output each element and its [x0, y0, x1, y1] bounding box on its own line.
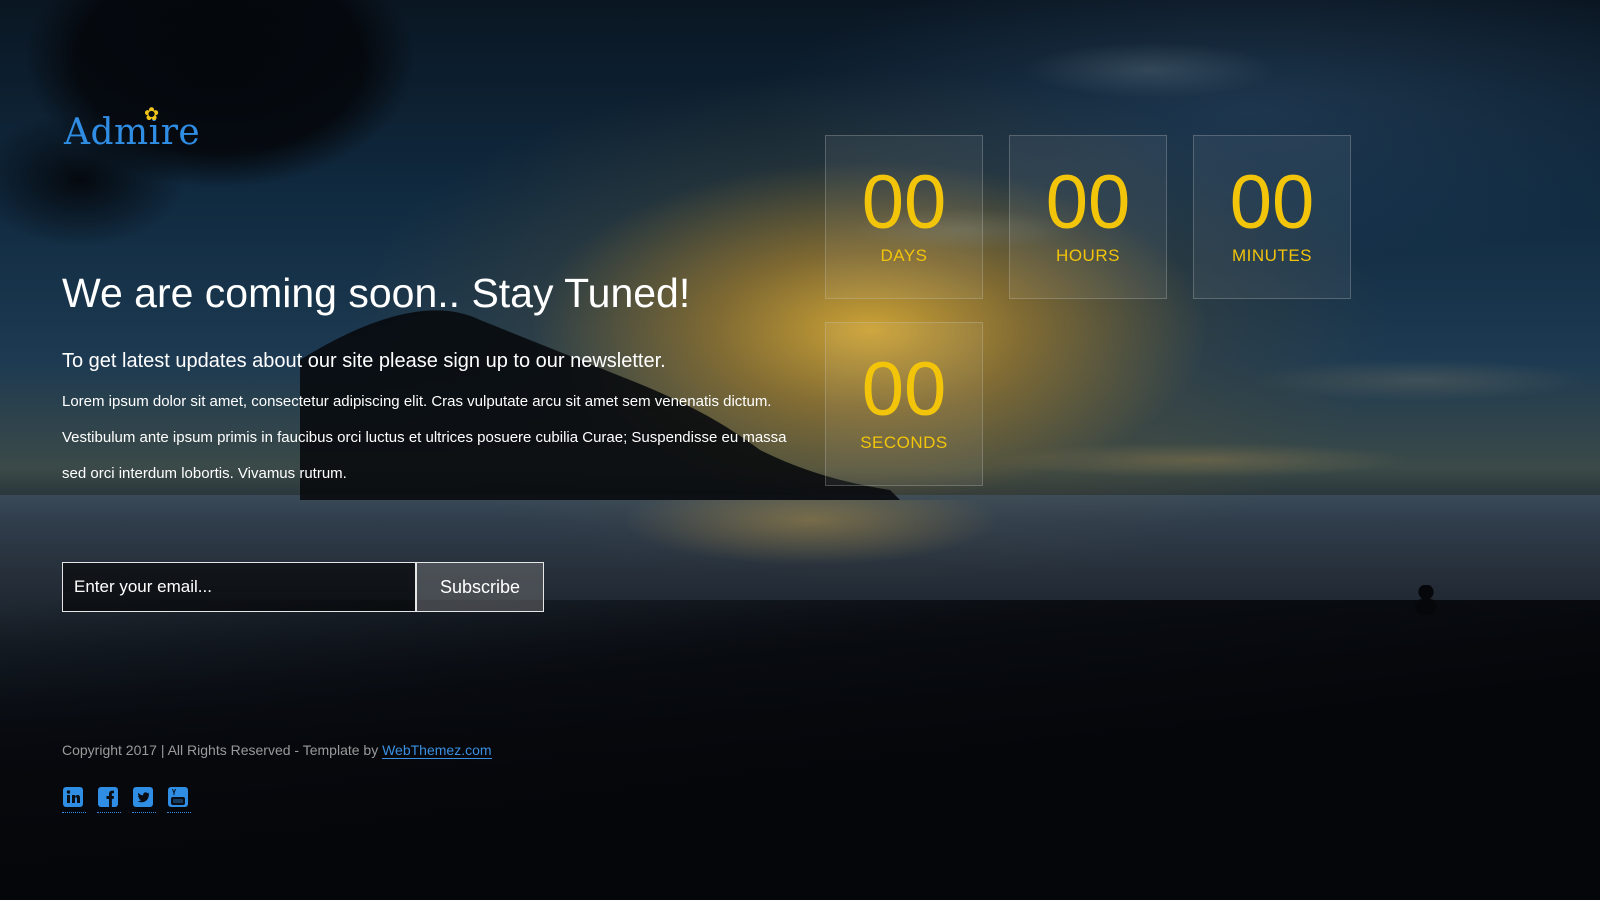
webthemez-link[interactable]: WebThemez.com	[382, 742, 492, 759]
linkedin-link[interactable]	[62, 786, 86, 813]
countdown-hours: 00 HOURS	[1009, 135, 1167, 299]
seconds-label: SECONDS	[860, 433, 948, 452]
countdown-seconds: 00 SECONDS	[825, 322, 983, 486]
twitter-icon	[133, 787, 153, 807]
facebook-link[interactable]	[97, 786, 121, 813]
facebook-icon	[98, 787, 118, 807]
email-input[interactable]	[62, 562, 416, 612]
newsletter-subtitle: To get latest updates about our site ple…	[62, 350, 666, 372]
flower-icon: ✿	[144, 104, 160, 125]
minutes-value: 00	[1229, 160, 1315, 245]
logo-text: Admire	[64, 112, 201, 153]
hours-value: 00	[1045, 160, 1131, 245]
intro-paragraph: Lorem ipsum dolor sit amet, consectetur …	[62, 393, 787, 482]
countdown-minutes: 00 MINUTES	[1193, 135, 1351, 299]
seconds-value: 00	[861, 347, 947, 432]
countdown-days: 00 DAYS	[825, 135, 983, 299]
youtube-link[interactable]	[167, 786, 191, 813]
social-links	[62, 786, 191, 813]
logo[interactable]: Admire ✿	[64, 104, 201, 153]
youtube-icon	[168, 787, 188, 807]
swimmer-silhouette	[1415, 585, 1437, 615]
copyright-text: Copyright 2017 | All Rights Reserved - T…	[62, 742, 383, 758]
newsletter-form: Subscribe	[62, 562, 544, 612]
days-value: 00	[861, 160, 947, 245]
twitter-link[interactable]	[132, 786, 156, 813]
hours-label: HOURS	[1056, 246, 1120, 265]
linkedin-icon	[63, 787, 83, 807]
page-title: We are coming soon.. Stay Tuned!	[62, 270, 691, 316]
subscribe-button[interactable]: Subscribe	[416, 562, 544, 612]
copyright: Copyright 2017 | All Rights Reserved - T…	[62, 742, 492, 759]
minutes-label: MINUTES	[1232, 246, 1312, 265]
days-label: DAYS	[880, 246, 928, 265]
